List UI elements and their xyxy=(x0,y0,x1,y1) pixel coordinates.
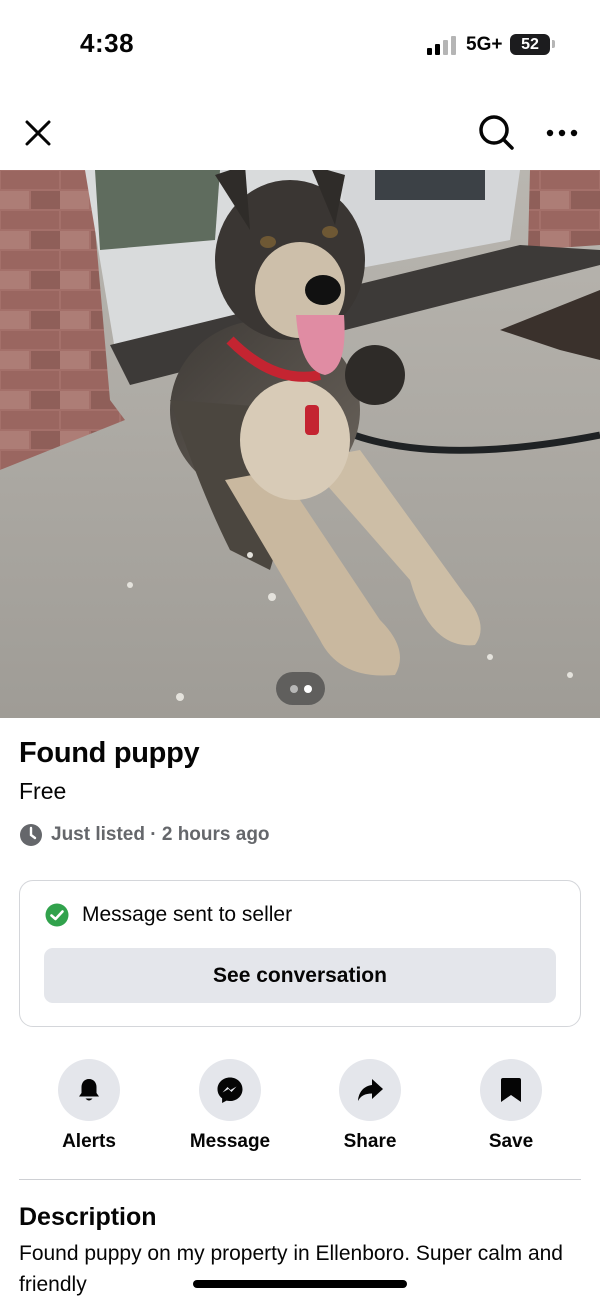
message-sent-row: Message sent to seller xyxy=(45,903,292,927)
share-arrow-icon xyxy=(358,1079,383,1101)
share-circle[interactable] xyxy=(339,1059,401,1121)
messenger-icon xyxy=(217,1077,243,1103)
listed-time-row: Just listed · 2 hours ago xyxy=(19,822,270,848)
listing-title: Found puppy xyxy=(19,737,200,769)
share-button[interactable]: Share xyxy=(300,1059,440,1153)
bell-icon xyxy=(79,1079,99,1101)
message-circle[interactable] xyxy=(199,1059,261,1121)
message-sent-card: Message sent to seller See conversation xyxy=(19,880,581,1027)
more-horizontal-icon xyxy=(546,129,578,137)
search-button[interactable] xyxy=(474,110,518,154)
save-label: Save xyxy=(488,1131,534,1152)
close-icon xyxy=(25,120,51,146)
save-button[interactable]: Save xyxy=(441,1059,581,1153)
battery-tip xyxy=(552,40,555,48)
cellular-signal-icon xyxy=(427,36,456,55)
more-options-button[interactable] xyxy=(542,113,582,153)
battery-icon: 52 xyxy=(510,34,550,55)
top-navigation xyxy=(0,105,600,160)
pager-dot-active[interactable] xyxy=(303,684,312,693)
description-body: Found puppy on my property in Ellenboro.… xyxy=(19,1242,563,1296)
check-circle-icon xyxy=(45,903,69,927)
section-divider xyxy=(19,1179,581,1180)
listed-time-text: Just listed · 2 hours ago xyxy=(51,824,270,845)
search-icon xyxy=(479,115,514,150)
message-sent-text: Message sent to seller xyxy=(82,903,293,926)
save-circle[interactable] xyxy=(480,1059,542,1121)
clock-icon xyxy=(20,824,42,846)
pager-dot[interactable] xyxy=(289,684,298,693)
status-time: 4:38 xyxy=(80,28,135,58)
alerts-label: Alerts xyxy=(62,1131,116,1152)
listing-price: Free xyxy=(19,778,67,804)
description-heading: Description xyxy=(19,1203,157,1231)
message-label: Message xyxy=(189,1131,271,1152)
alerts-circle[interactable] xyxy=(58,1059,120,1121)
network-type: 5G+ xyxy=(466,34,503,55)
home-indicator[interactable] xyxy=(193,1280,407,1288)
close-button[interactable] xyxy=(18,113,58,153)
alerts-button[interactable]: Alerts xyxy=(19,1059,159,1153)
message-button[interactable]: Message xyxy=(160,1059,300,1153)
listing-photo[interactable] xyxy=(0,170,600,718)
share-label: Share xyxy=(343,1131,397,1152)
see-conversation-button[interactable]: See conversation xyxy=(44,948,556,1003)
action-bar: Alerts Message Share Save xyxy=(0,1059,600,1159)
status-bar: 4:38 5G+ 52 xyxy=(0,0,600,90)
bookmark-icon xyxy=(501,1078,521,1102)
photo-pager[interactable] xyxy=(276,672,325,705)
dog-photo-illustration xyxy=(0,170,600,718)
